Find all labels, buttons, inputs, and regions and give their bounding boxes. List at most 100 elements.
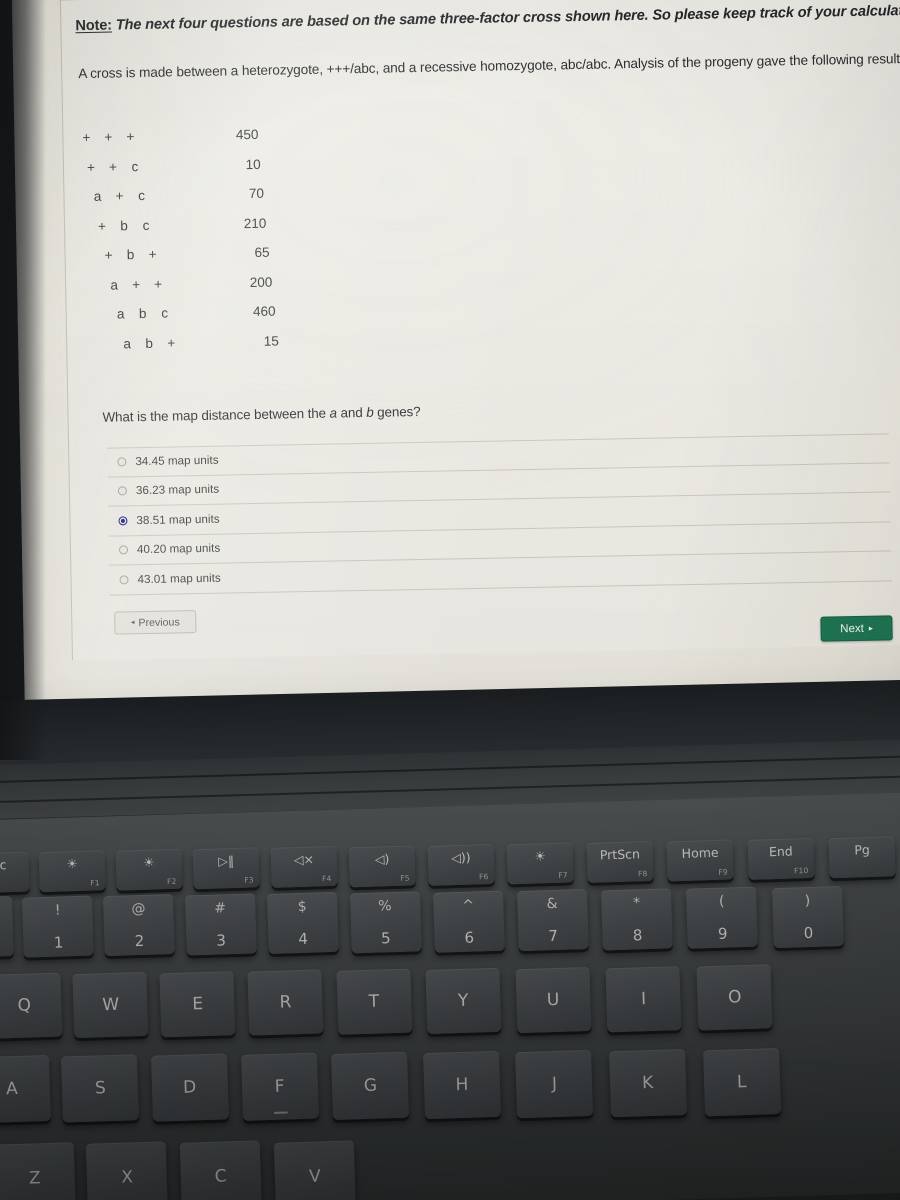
key-f3-play-pause[interactable]: ▷‖ F3: [192, 847, 260, 890]
key-5[interactable]: % 5: [349, 891, 422, 954]
key-q[interactable]: Q: [0, 972, 63, 1039]
key-s[interactable]: S: [61, 1054, 140, 1123]
answer-option-label: 34.45 map units: [135, 453, 219, 469]
key-f9-home[interactable]: Home F9: [666, 839, 734, 882]
home-row-bump-icon: [273, 1111, 288, 1114]
key-9-glyph: 9: [717, 924, 728, 944]
next-button[interactable]: Next ▸: [820, 615, 893, 642]
note-text: The next four questions are based on the…: [111, 2, 900, 34]
key-f2-brightness-up-fn-label: F2: [166, 877, 177, 887]
key-s-glyph: S: [94, 1078, 107, 1099]
radio-button-icon[interactable]: [117, 457, 127, 467]
key-2-shift-glyph: @: [131, 901, 146, 918]
key-7-glyph: 7: [548, 927, 559, 946]
key-f2-brightness-up[interactable]: ☀ F2: [115, 848, 183, 891]
key-v[interactable]: V: [273, 1139, 356, 1200]
laptop-keyboard[interactable]: Esc ☀ F1 ☀ F2 ▷‖ F3 ◁× F4 ◁) F5 ◁)) F6 ☀ F7 PrtScn F8 Hom…: [0, 804, 900, 1200]
key-z[interactable]: Z: [0, 1142, 76, 1200]
key-k[interactable]: K: [608, 1048, 687, 1118]
key-u[interactable]: U: [515, 966, 591, 1034]
key-l[interactable]: L: [702, 1048, 781, 1117]
genotype-allele: +: [132, 276, 141, 292]
key-3-shift-glyph: #: [213, 900, 227, 917]
key-9[interactable]: (9: [686, 887, 759, 950]
key-f10-end[interactable]: End F10: [747, 837, 815, 880]
radio-button-icon[interactable]: [118, 545, 129, 555]
progeny-genotype: + + +: [81, 129, 159, 145]
key-1-shift-glyph: !: [54, 902, 61, 919]
key-f4-mute-glyph: ◁×: [293, 851, 315, 868]
genotype-allele: c: [131, 158, 139, 174]
progeny-row: a b +15: [67, 331, 367, 366]
key-y[interactable]: Y: [425, 967, 502, 1035]
genotype-allele: +: [104, 247, 113, 263]
key-o[interactable]: O: [696, 964, 773, 1031]
genotype-allele: +: [86, 159, 96, 175]
key-f[interactable]: F: [240, 1052, 319, 1121]
key-d[interactable]: D: [150, 1053, 229, 1122]
key-1[interactable]: ! 1: [22, 895, 95, 958]
question-joiner: and: [336, 404, 367, 421]
genotype-allele: c: [161, 305, 169, 321]
genotype-allele: +: [104, 129, 113, 145]
key-f7-keyboard-backlight-fn-label: F7: [558, 870, 568, 880]
question-suffix: genes?: [373, 403, 421, 420]
progeny-results-table: + + +450 + + c 10 a + c 70 + b c 210 + b +65 a + +200 a b c 460 a…: [63, 125, 367, 366]
key-8-shift-glyph: *: [632, 895, 641, 912]
radio-button-selected-icon[interactable]: [118, 516, 128, 526]
genotype-allele: +: [108, 158, 118, 175]
key-v-glyph: V: [308, 1166, 322, 1187]
key-t-glyph: T: [368, 991, 380, 1013]
radio-button-icon[interactable]: [119, 575, 129, 585]
key-f10-end-glyph: End: [768, 843, 793, 860]
key-w[interactable]: W: [72, 971, 149, 1038]
key-e-glyph: E: [192, 993, 204, 1014]
key-3[interactable]: #3: [184, 893, 257, 956]
key-esc[interactable]: Esc: [0, 851, 30, 894]
key-j[interactable]: J: [515, 1049, 594, 1119]
key-f7-keyboard-backlight[interactable]: ☀ F7: [506, 842, 574, 885]
key-4-glyph: 4: [298, 930, 309, 949]
key-f8-printscreen[interactable]: PrtScn F8: [586, 840, 654, 883]
genotype-allele: b: [145, 335, 154, 351]
answer-option-label: 40.20 map units: [136, 541, 221, 557]
key-0-shift-glyph: ): [804, 892, 811, 910]
next-button-label: Next: [840, 622, 864, 635]
key-1-glyph: 1: [53, 933, 64, 952]
key-7[interactable]: & 7: [516, 889, 589, 952]
key-r[interactable]: R: [247, 969, 324, 1037]
key-6[interactable]: ^ 6: [432, 890, 505, 953]
key-a[interactable]: A: [0, 1054, 51, 1124]
key-f1-brightness-down-fn-label: F1: [90, 878, 100, 888]
key-i[interactable]: I: [605, 965, 682, 1032]
key-pageup[interactable]: Pg: [828, 836, 896, 879]
key-j-glyph: J: [551, 1073, 558, 1095]
key-f5-volume-down[interactable]: ◁) F5: [348, 844, 416, 887]
key-f4-mute[interactable]: ◁× F4: [270, 846, 338, 889]
key-h[interactable]: H: [423, 1050, 502, 1120]
key-4[interactable]: $4: [266, 892, 339, 955]
key-f6-volume-up-glyph: ◁)): [450, 849, 471, 865]
cross-description: A cross is made between a heterozygote, …: [78, 50, 900, 82]
key-x-glyph: X: [121, 1167, 134, 1188]
key-t[interactable]: T: [335, 968, 412, 1036]
key-c[interactable]: C: [179, 1140, 262, 1200]
genotype-allele: b: [120, 217, 128, 233]
key-f6-volume-up-fn-label: F6: [478, 871, 489, 881]
key-f6-volume-up[interactable]: ◁)) F6: [427, 843, 495, 886]
answer-options-list[interactable]: 34.45 map units 36.23 map units 38.51 map …: [107, 433, 892, 596]
key-e[interactable]: E: [159, 970, 236, 1037]
key-x[interactable]: X: [86, 1141, 169, 1200]
key-g[interactable]: G: [331, 1051, 410, 1121]
key-tilde[interactable]: ~: [0, 896, 14, 959]
radio-button-icon[interactable]: [117, 486, 127, 496]
previous-button[interactable]: ◂ Previous: [114, 610, 197, 635]
key-2-glyph: 2: [134, 932, 145, 951]
key-0[interactable]: ) 0: [772, 885, 844, 949]
key-f1-brightness-down[interactable]: ☀ F1: [38, 850, 106, 893]
genotype-allele: a: [116, 306, 125, 322]
key-f4-mute-fn-label: F4: [321, 874, 332, 884]
key-2[interactable]: @2: [103, 894, 175, 957]
key-8[interactable]: * 8: [601, 888, 674, 951]
key-esc-glyph: Esc: [0, 857, 7, 873]
